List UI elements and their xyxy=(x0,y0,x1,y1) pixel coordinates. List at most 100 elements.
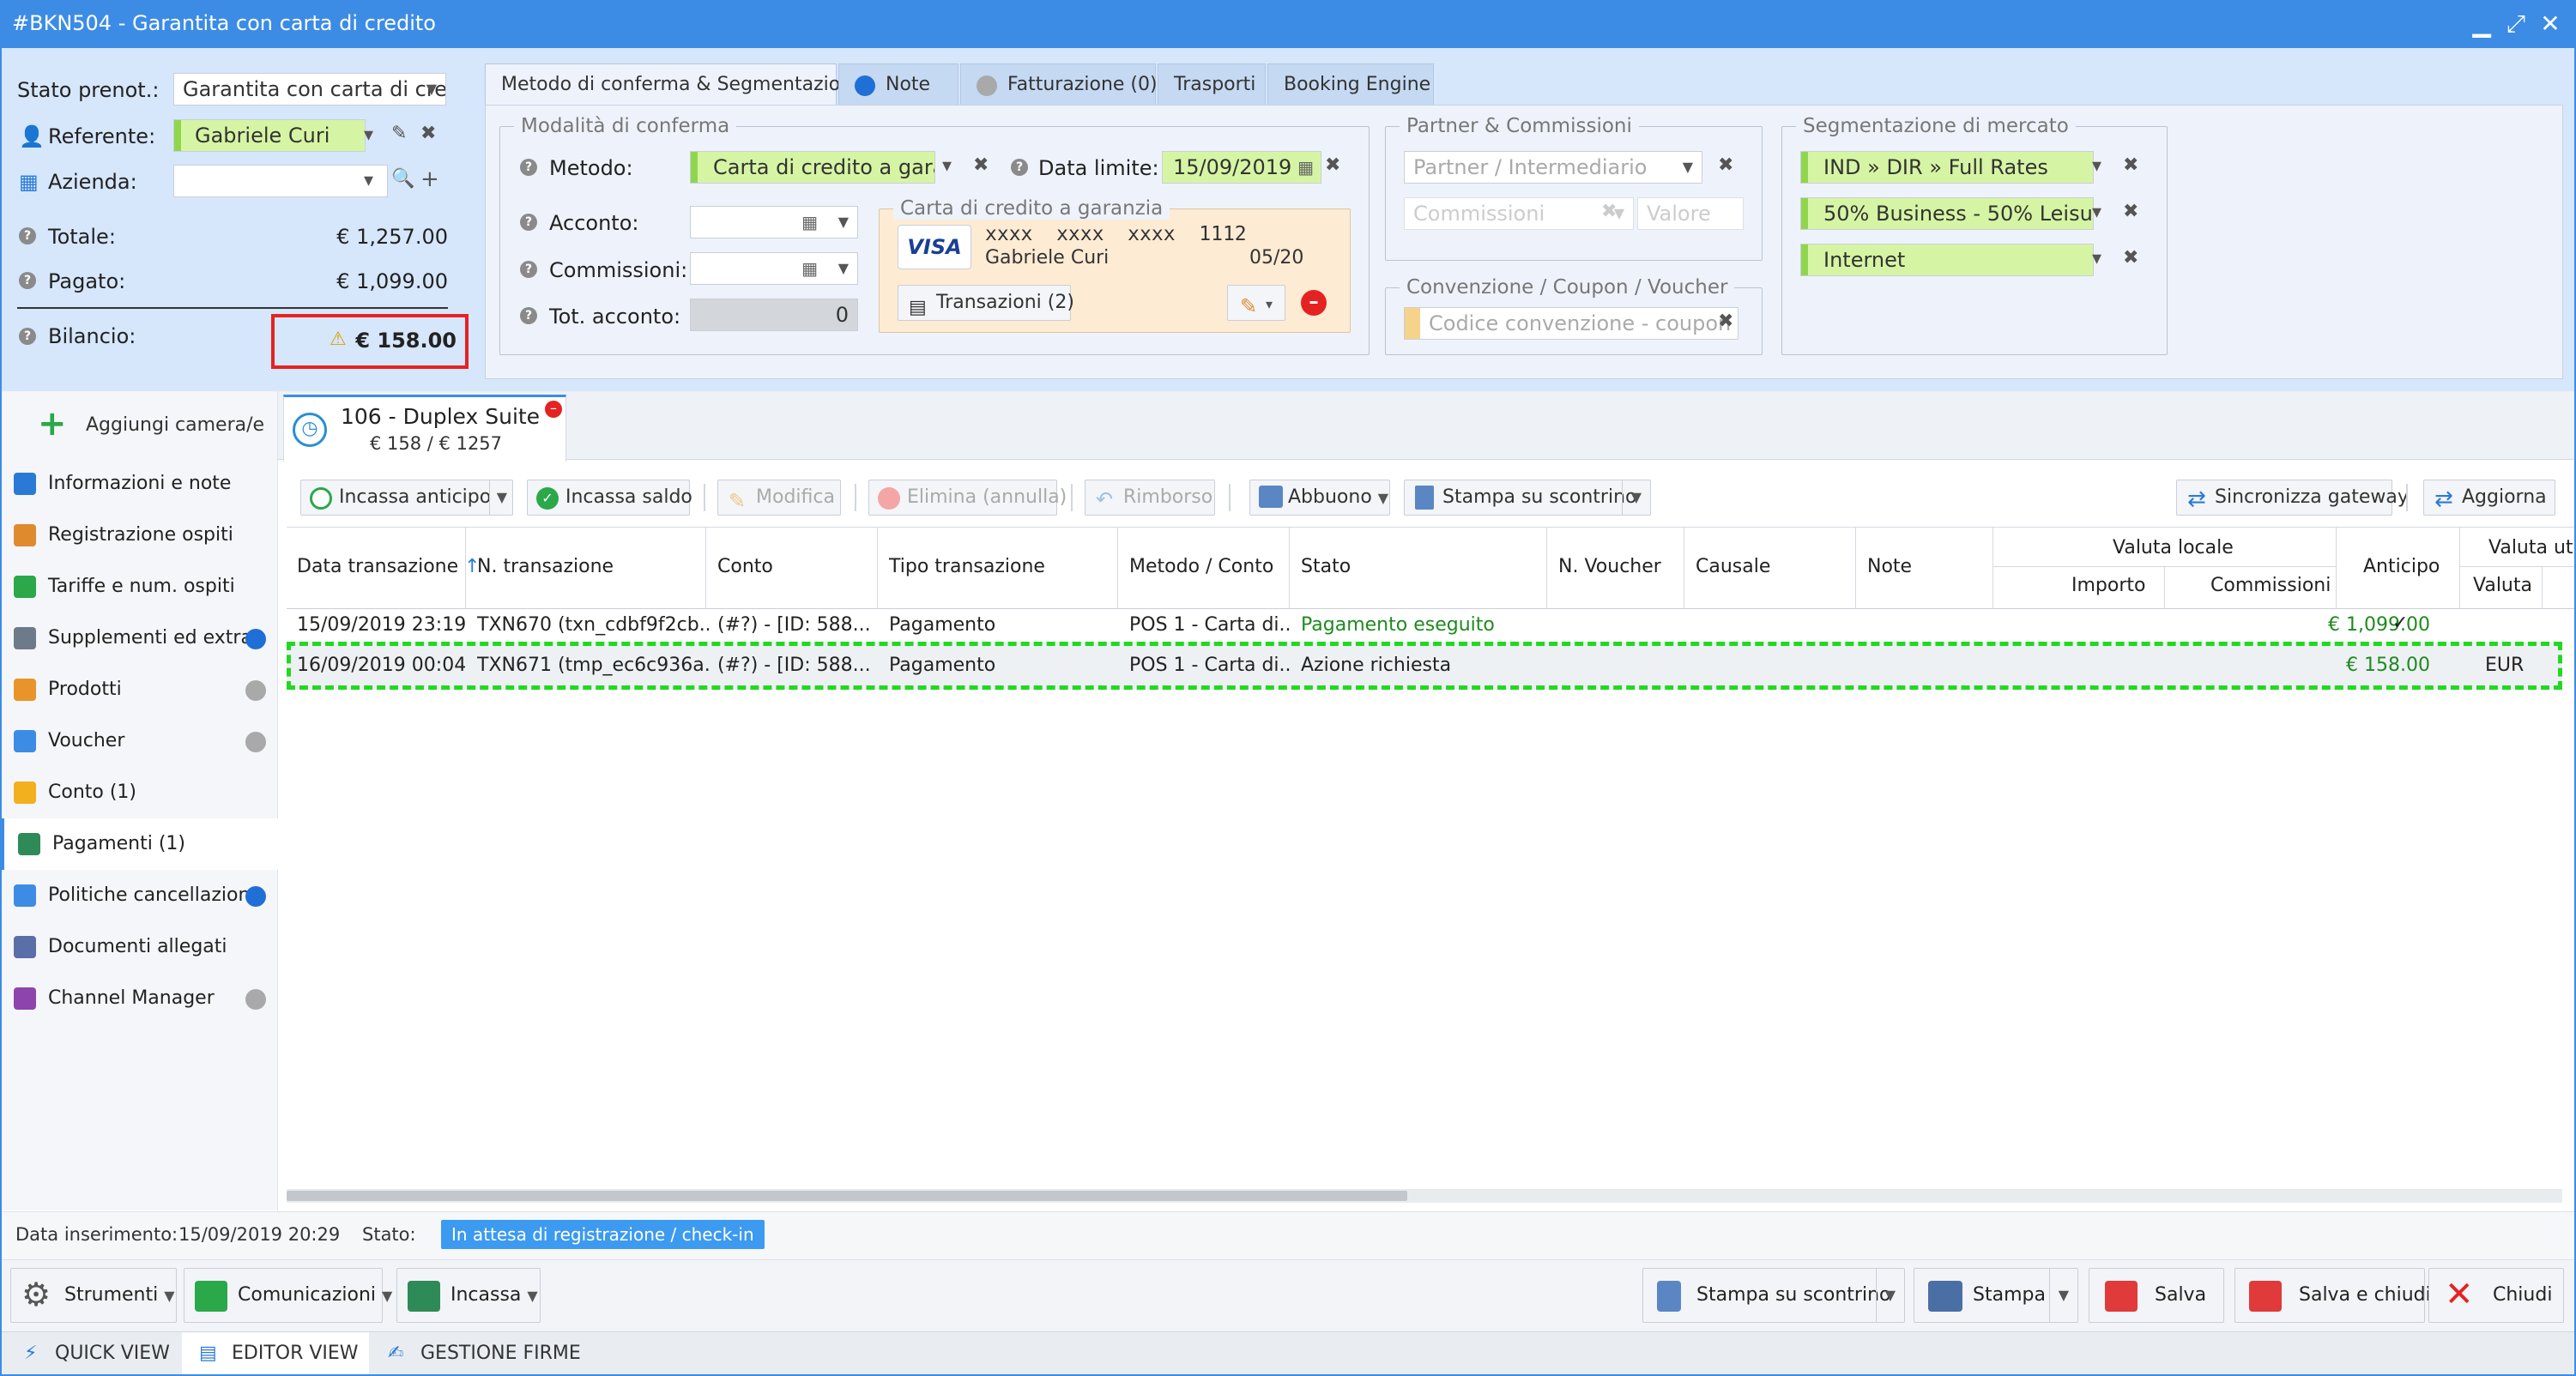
sidebar-item[interactable]: Pagamenti (1) xyxy=(0,818,278,870)
chevron-down-icon[interactable]: ▼ xyxy=(488,480,514,515)
remove-icon[interactable]: ✖ xyxy=(1325,154,1340,176)
table-row[interactable]: 15/09/2019 23:19 TXN670 (txn_cdbf9f2cb..… xyxy=(287,609,2562,643)
search-icon[interactable]: 🔍 xyxy=(391,168,414,190)
col-n-transazione[interactable]: N. transazione xyxy=(477,556,614,577)
remove-icon[interactable]: ✖ xyxy=(420,123,436,144)
remove-card-icon[interactable]: – xyxy=(1301,290,1327,316)
comunicazioni-button[interactable]: Comunicazioni ▼ xyxy=(184,1268,392,1323)
editor-view-tab[interactable]: ▤ EDITOR VIEW xyxy=(182,1332,369,1375)
remove-icon[interactable]: ✖ xyxy=(1718,154,1733,176)
col-tipo[interactable]: Tipo transazione xyxy=(889,556,1045,577)
close-icon[interactable]: ✕ xyxy=(2537,10,2564,38)
edit-card-button[interactable]: ✎ ▾ xyxy=(1227,285,1285,321)
sidebar-item[interactable]: Tariffe e num. ospiti xyxy=(0,561,278,613)
sidebar-item[interactable]: Registrazione ospiti xyxy=(0,510,278,561)
partner-field[interactable]: Partner / Intermediario ▼ xyxy=(1404,151,1702,184)
chevron-down-icon[interactable]: ▾ xyxy=(364,124,373,146)
room-tab[interactable]: ◷ 106 - Duplex Suite € 158 / € 1257 – xyxy=(283,395,566,462)
remove-icon[interactable]: ✖ xyxy=(2123,201,2138,222)
col-importo[interactable]: Importo xyxy=(2071,575,2145,596)
chevron-down-icon[interactable]: ▼ xyxy=(2048,1269,2077,1322)
scrollbar-thumb[interactable] xyxy=(287,1191,1407,1201)
elimina-button[interactable]: Elimina (annulla) xyxy=(868,480,1067,516)
tab-fatturazione[interactable]: Fatturazione (0) xyxy=(960,63,1158,106)
data-limite-field[interactable]: 15/09/2019 ▦ xyxy=(1162,151,1321,184)
chevron-down-icon[interactable]: ▾ xyxy=(942,155,952,177)
tab-note[interactable]: Note xyxy=(838,63,958,106)
incassa-anticipo-button[interactable]: Incassa anticipo ▼ xyxy=(300,480,513,516)
segment-select[interactable]: Internet xyxy=(1800,244,2094,276)
chevron-down-icon[interactable]: ▾ xyxy=(364,170,373,191)
add-icon[interactable]: + xyxy=(420,166,439,192)
salva-button[interactable]: Salva xyxy=(2089,1268,2224,1323)
sidebar-item[interactable]: Documenti allegati xyxy=(0,921,278,973)
metodo-select[interactable]: Carta di credito a garanzia xyxy=(690,151,935,184)
tab-booking-engine[interactable]: Booking Engine xyxy=(1267,63,1434,106)
minimize-icon[interactable]: ▁ xyxy=(2468,10,2495,38)
col-metodo[interactable]: Metodo / Conto xyxy=(1129,556,1273,577)
chevron-down-icon[interactable]: ▼ xyxy=(1621,480,1650,515)
col-voucher[interactable]: N. Voucher xyxy=(1558,556,1661,577)
sidebar-item[interactable]: Channel Manager xyxy=(0,973,278,1024)
horizontal-scrollbar[interactable] xyxy=(287,1189,2562,1203)
sidebar-item[interactable]: Conto (1) xyxy=(0,767,278,818)
col-valuta[interactable]: Valuta xyxy=(2473,575,2532,596)
chiudi-button[interactable]: ✕ Chiudi xyxy=(2428,1268,2564,1323)
rimborso-button[interactable]: ↶ Rimborso xyxy=(1085,480,1215,516)
chevron-down-icon[interactable]: ▼ xyxy=(838,253,849,284)
remove-icon[interactable]: ✖ xyxy=(2123,154,2138,176)
col-causale[interactable]: Causale xyxy=(1696,556,1770,577)
modifica-button[interactable]: ✎ Modifica xyxy=(717,480,841,516)
remove-icon[interactable]: ✖ xyxy=(2123,247,2138,269)
sidebar-item[interactable]: Informazioni e note xyxy=(0,458,278,510)
commissioni-field[interactable]: ▦ ▼ xyxy=(690,252,858,285)
chevron-down-icon[interactable]: ▼ xyxy=(838,207,849,238)
salva-chiudi-button[interactable]: Salva e chiudi xyxy=(2234,1268,2431,1323)
calculator-icon[interactable]: ▦ xyxy=(801,207,818,238)
aggiorna-button[interactable]: ⇄ Aggiorna xyxy=(2423,480,2555,516)
codice-convenzione-field[interactable]: Codice convenzione - coupon xyxy=(1404,307,1738,340)
azienda-field[interactable] xyxy=(173,165,388,197)
transazioni-button[interactable]: ▤ Transazioni (2) xyxy=(898,285,1074,321)
remove-icon[interactable]: ✖ xyxy=(1718,311,1733,332)
col-conto[interactable]: Conto xyxy=(717,556,773,577)
sincronizza-gateway-button[interactable]: ⇄ Sincronizza gateway xyxy=(2176,480,2409,516)
sidebar-item[interactable]: Politiche cancellazione xyxy=(0,870,278,921)
gestione-firme-tab[interactable]: ✍ GESTIONE FIRME xyxy=(371,1332,585,1375)
stampa-scontrino-button[interactable]: Stampa su scontrino ▼ xyxy=(1404,480,1651,516)
segment-select[interactable]: IND » DIR » Full Rates xyxy=(1800,151,2094,184)
stampa-scontrino-bottom-button[interactable]: Stampa su scontrino ▼ xyxy=(1642,1268,1905,1323)
calculator-icon[interactable]: ▦ xyxy=(801,253,818,284)
segment-select[interactable]: 50% Business - 50% Leisure xyxy=(1800,197,2094,230)
acconto-field[interactable]: ▦ ▼ xyxy=(690,206,858,238)
calendar-icon[interactable]: ▦ xyxy=(1297,152,1314,183)
sidebar-item[interactable]: Supplementi ed extra xyxy=(0,613,278,664)
tab-trasporti[interactable]: Trasporti xyxy=(1158,63,1266,106)
chevron-down-icon[interactable]: ▾ xyxy=(2092,155,2101,177)
chevron-down-icon[interactable]: ▾ xyxy=(2092,248,2101,269)
stampa-button[interactable]: Stampa ▼ xyxy=(1914,1268,2078,1323)
edit-icon[interactable]: ✎ xyxy=(391,123,407,144)
quick-view-tab[interactable]: ⚡ QUICK VIEW xyxy=(0,1332,180,1375)
remove-room-icon[interactable]: – xyxy=(545,401,562,418)
abbuono-button[interactable]: Abbuono ▼ xyxy=(1249,480,1390,516)
col-stato[interactable]: Stato xyxy=(1301,556,1351,577)
col-anticipo[interactable]: Anticipo xyxy=(2363,556,2440,577)
add-room-button[interactable]: + Aggiungi camera/e xyxy=(0,400,278,451)
remove-icon[interactable]: ✖ xyxy=(973,154,989,176)
maximize-icon[interactable]: ⤢ xyxy=(2502,10,2530,38)
col-data[interactable]: Data transazione ↑ xyxy=(297,556,481,577)
referente-field[interactable]: Gabriele Curi xyxy=(173,119,366,152)
col-note[interactable]: Note xyxy=(1867,556,1912,577)
chevron-down-icon[interactable]: ▼ xyxy=(1875,1269,1904,1322)
sidebar-item[interactable]: Prodotti xyxy=(0,664,278,715)
sidebar-item[interactable]: Voucher xyxy=(0,715,278,767)
table-row[interactable]: 16/09/2019 00:04 TXN671 (tmp_ec6c936a...… xyxy=(287,642,2562,690)
strumenti-button[interactable]: ⚙ Strumenti ▼ xyxy=(10,1268,177,1323)
col-commissioni[interactable]: Commissioni xyxy=(2210,575,2331,596)
chevron-down-icon[interactable]: ▾ xyxy=(2092,202,2101,223)
incassa-button[interactable]: Incassa ▼ xyxy=(396,1268,541,1323)
incassa-saldo-button[interactable]: ✓ Incassa saldo xyxy=(527,480,692,516)
tab-metodo-conferma[interactable]: Metodo di conferma & Segmentazione xyxy=(485,63,864,106)
stato-select[interactable]: Garantita con carta di cre ▼ xyxy=(173,73,446,106)
